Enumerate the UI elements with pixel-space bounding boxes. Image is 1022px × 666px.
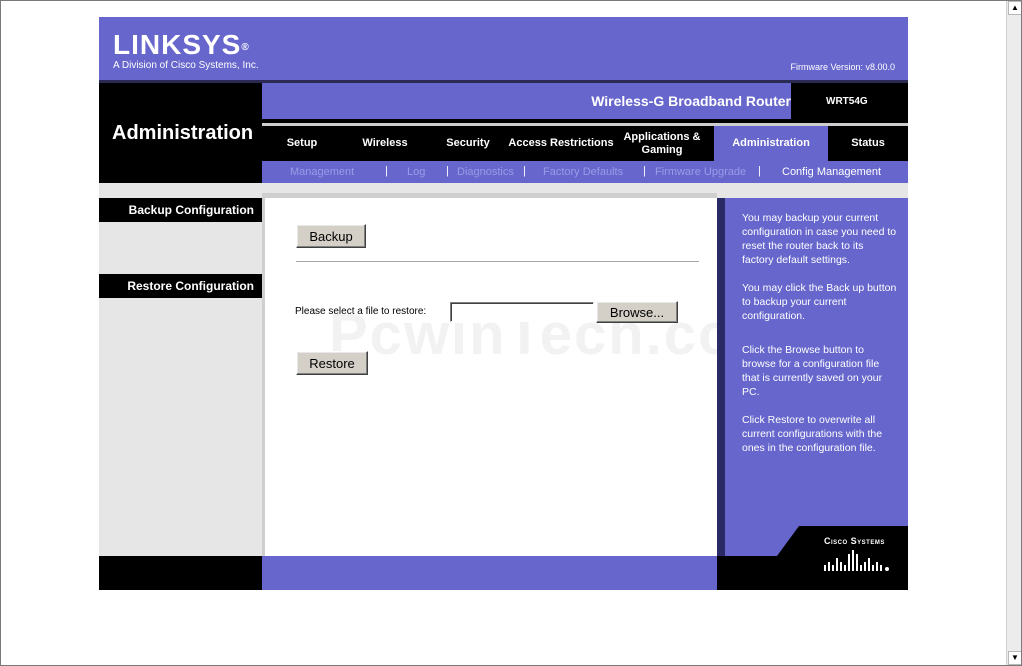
content-left-border [262,193,265,556]
help-backup: You may backup your current configuratio… [742,212,897,266]
router-admin-page: LINKSYS® A Division of Cisco Systems, In… [99,17,908,590]
subnav-separator: | [446,165,449,177]
footer-right [717,556,799,590]
subnav-separator: | [758,165,761,177]
vertical-scrollbar[interactable]: ▲ ▼ [1006,0,1022,666]
main-tabs: Setup Wireless Security Access Restricti… [262,123,908,161]
tab-administration[interactable]: Administration [714,126,828,161]
scroll-down-arrow-icon[interactable]: ▼ [1008,651,1022,665]
restore-section-label: Restore Configuration [99,274,262,298]
logo-wordmark: LINKSYS [113,29,242,60]
header: LINKSYS® A Division of Cisco Systems, In… [99,17,908,80]
subnav-separator: | [643,165,646,177]
model-badge: WRT54G [791,83,908,119]
subnav-firmware-upgrade[interactable]: Firmware Upgrade [655,166,746,178]
tab-access-restrictions[interactable]: Access Restrictions [508,126,614,161]
backup-button[interactable]: Backup [296,224,366,248]
logo-registered-mark: ® [241,42,250,53]
subnav-diagnostics[interactable]: Diagnostics [457,166,514,178]
file-prompt: Please select a file to restore: [295,306,427,317]
help-panel-shadow [717,198,725,556]
cisco-logo: Cisco Systems [824,536,885,546]
section-divider [296,261,699,262]
footer-middle [262,556,717,590]
model-name: WRT54G [826,96,868,107]
firmware-version: Firmware Version: v8.00.0 [790,62,895,72]
tab-security[interactable]: Security [428,126,508,161]
help-backup-button: You may click the Back up button to back… [742,282,897,322]
backup-section-label: Backup Configuration [99,198,262,222]
help-browse: Click the Browse button to browse for a … [742,344,883,398]
logo-subtitle: A Division of Cisco Systems, Inc. [113,60,259,71]
subnav-config-management[interactable]: Config Management [782,166,881,178]
sub-navigation: Management | Log | Diagnostics | Factory… [262,161,908,183]
linksys-logo: LINKSYS® A Division of Cisco Systems, In… [113,30,259,72]
subnav-separator: | [523,165,526,177]
help-restore: Click Restore to overwrite all current c… [742,414,883,454]
restore-file-field[interactable] [450,302,594,322]
tab-wireless[interactable]: Wireless [342,126,428,161]
restore-button[interactable]: Restore [296,351,368,375]
subnav-management[interactable]: Management [290,166,354,178]
content-top-border [262,193,717,198]
page-title: Administration [112,122,254,144]
subnav-log[interactable]: Log [407,166,425,178]
scroll-up-arrow-icon[interactable]: ▲ [1008,1,1022,15]
footer-left [99,556,262,590]
cisco-panel-edge [777,526,799,556]
product-name: Wireless-G Broadband Router [591,93,791,109]
cisco-bars-icon [824,550,889,571]
browse-button[interactable]: Browse... [596,301,678,323]
tab-setup[interactable]: Setup [262,126,342,161]
tab-status[interactable]: Status [828,126,908,161]
subnav-factory-defaults[interactable]: Factory Defaults [543,166,623,178]
tab-applications-gaming[interactable]: Applications & Gaming [614,126,710,161]
subnav-separator: | [385,165,388,177]
